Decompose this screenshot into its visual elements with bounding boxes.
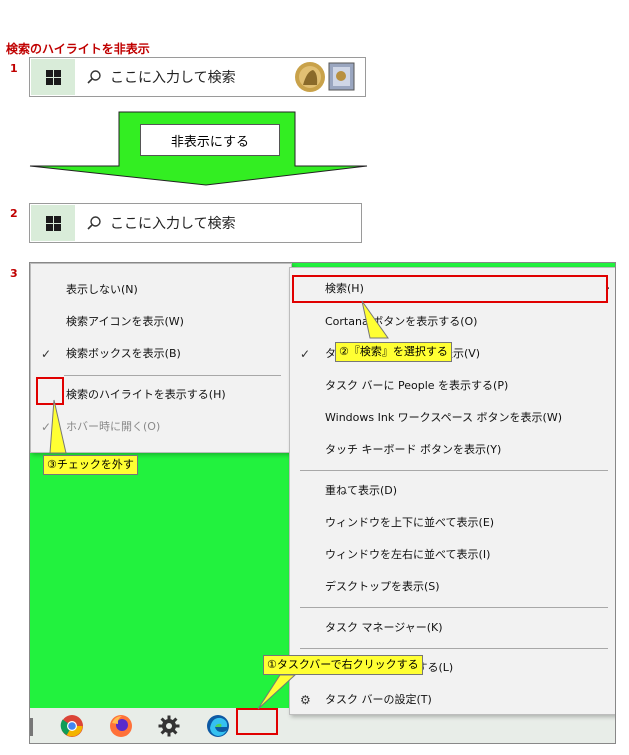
search-icon <box>87 216 101 230</box>
taskbar-search-bar-after[interactable]: ここに入力して検索 <box>29 203 362 243</box>
step-number-1: 1 <box>10 62 18 75</box>
search-highlight-medal-icon[interactable] <box>293 60 357 95</box>
page-title: 検索のハイライトを非表示 <box>6 42 150 56</box>
callout-step-2: ②『検索』を選択する <box>335 342 452 362</box>
callout-step-1: ①タスクバーで右クリックする <box>263 655 423 675</box>
start-button[interactable] <box>31 205 75 241</box>
search-placeholder: ここに入力して検索 <box>110 70 236 86</box>
search-icon <box>87 70 101 84</box>
start-button[interactable] <box>31 59 75 95</box>
arrow-label: 非表示にする <box>140 124 280 156</box>
callout-step-3: ③チェックを外す <box>43 455 138 475</box>
search-placeholder: ここに入力して検索 <box>110 216 236 232</box>
windows-logo-icon <box>45 215 61 231</box>
step-number-3: 3 <box>10 267 18 280</box>
taskbar-search-bar-before[interactable]: ここに入力して検索 <box>29 57 366 97</box>
step-number-2: 2 <box>10 207 18 220</box>
windows-logo-icon <box>45 69 61 85</box>
desktop-area: 表示しない(N) 検索アイコンを表示(W) ✓ 検索ボックスを表示(B) 検索のハ… <box>29 262 616 744</box>
